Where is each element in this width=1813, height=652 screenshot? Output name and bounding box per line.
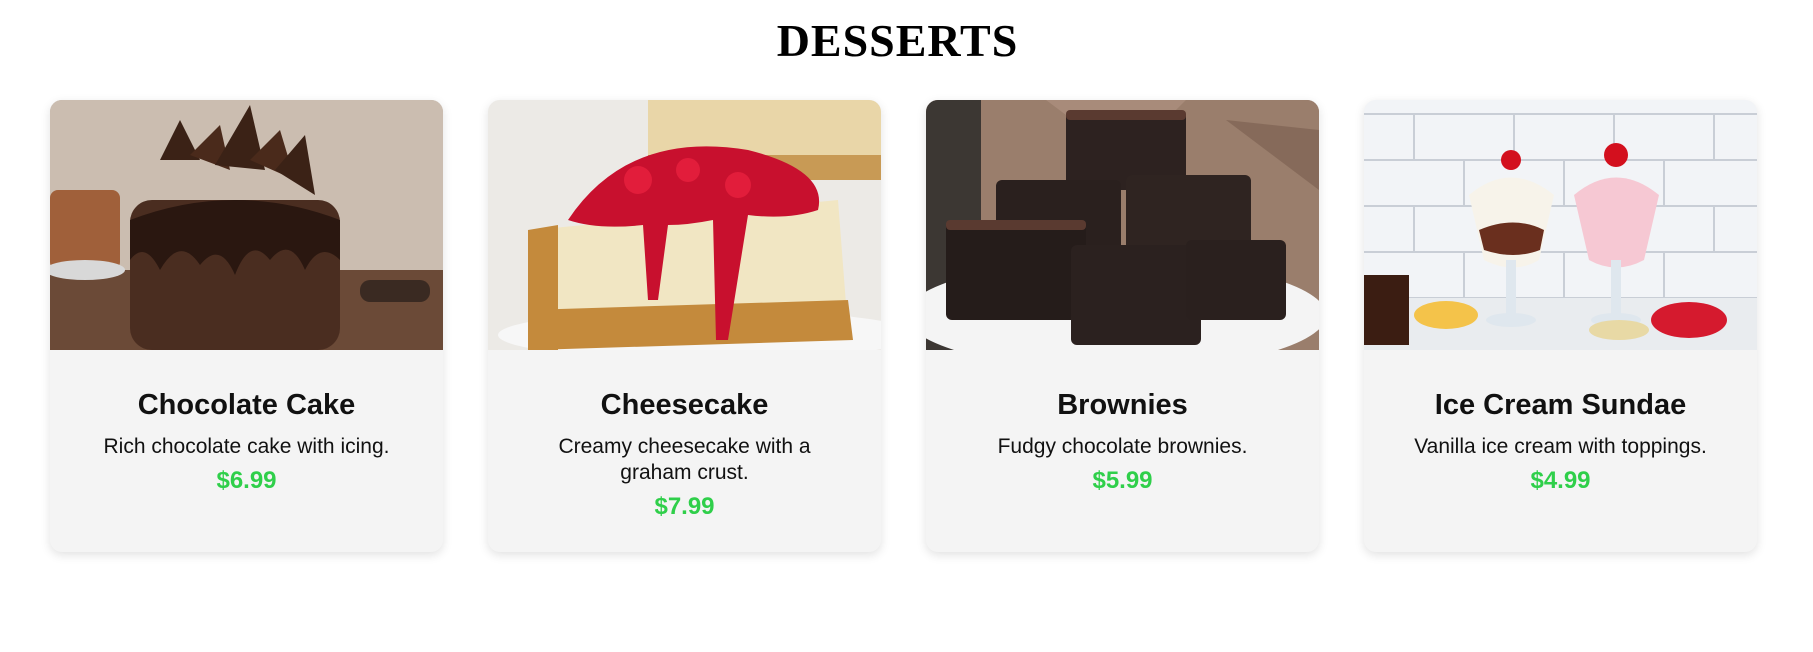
dessert-price: $4.99 (1530, 467, 1591, 494)
dessert-card-cheesecake[interactable]: Cheesecake Creamy cheesecake with a grah… (488, 100, 881, 552)
dessert-price: $5.99 (1092, 467, 1153, 494)
dessert-description: Vanilla ice cream with toppings. (1414, 435, 1707, 458)
dessert-name: Brownies (1057, 389, 1188, 421)
dessert-description: Rich chocolate cake with icing. (103, 435, 390, 458)
dessert-card-ice-cream-sundae[interactable]: Ice Cream Sundae Vanilla ice cream with … (1364, 100, 1757, 552)
dessert-name: Cheesecake (600, 389, 769, 421)
dessert-name: Ice Cream Sundae (1434, 389, 1687, 421)
chocolate-cake-image (50, 100, 443, 350)
cheesecake-image (488, 100, 881, 350)
dessert-name: Chocolate Cake (137, 389, 356, 421)
dessert-description: Creamy cheesecake with a graham crust. (558, 435, 811, 484)
page-title: DESSERTS (776, 15, 1019, 66)
ice-cream-sundae-image (1364, 100, 1757, 350)
dessert-description: Fudgy chocolate brownies. (997, 435, 1248, 458)
dessert-price: $6.99 (216, 467, 277, 494)
dessert-price: $7.99 (654, 493, 715, 520)
brownies-image (926, 100, 1319, 350)
dessert-card-chocolate-cake[interactable]: Chocolate Cake Rich chocolate cake with … (50, 100, 443, 552)
dessert-card-brownies[interactable]: Brownies Fudgy chocolate brownies. $5.99 (926, 100, 1319, 552)
